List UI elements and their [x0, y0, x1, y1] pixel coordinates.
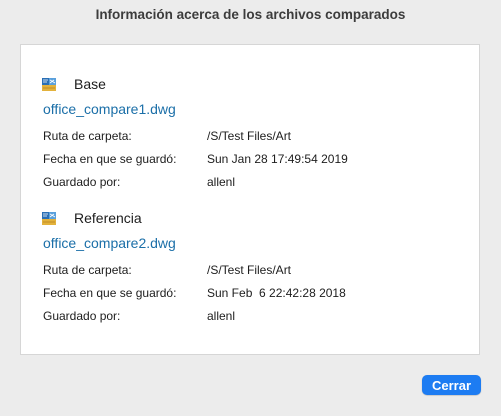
field-value: /S/Test Files/Art	[207, 129, 292, 143]
dwg-file-icon	[41, 210, 57, 226]
reference-header: Referencia	[41, 207, 142, 229]
field-value: /S/Test Files/Art	[207, 263, 292, 277]
field-value: Sun Jan 28 17:49:54 2019	[207, 152, 348, 166]
field-label: Ruta de carpeta:	[43, 263, 132, 277]
file-info-dialog: Información acerca de los archivos compa…	[0, 0, 501, 416]
field-label: Fecha en que se guardó:	[43, 286, 177, 300]
field-value: allenl	[207, 175, 236, 189]
field-label: Fecha en que se guardó:	[43, 152, 177, 166]
field-label: Ruta de carpeta:	[43, 129, 132, 143]
close-button[interactable]: Cerrar	[422, 375, 481, 395]
info-panel: Base office_compare1.dwg Ruta de carpeta…	[20, 44, 480, 355]
reference-label: Referencia	[74, 210, 142, 226]
reference-file-name: office_compare2.dwg	[43, 235, 176, 251]
base-label: Base	[74, 76, 106, 92]
field-label: Guardado por:	[43, 309, 121, 323]
dwg-file-icon	[41, 76, 57, 92]
dialog-title: Información acerca de los archivos compa…	[95, 6, 406, 22]
base-file-name: office_compare1.dwg	[43, 101, 176, 117]
field-value: Sun Feb 6 22:42:28 2018	[207, 286, 346, 300]
field-label: Guardado por:	[43, 175, 121, 189]
field-value: allenl	[207, 309, 236, 323]
base-header: Base	[41, 73, 106, 95]
